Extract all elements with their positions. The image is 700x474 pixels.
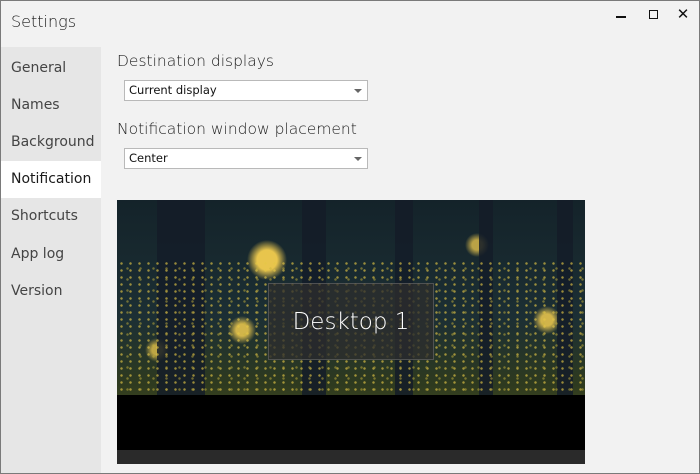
sidebar-item-names[interactable]: Names xyxy=(1,87,101,124)
notification-settings-panel: Destination displays Current display Not… xyxy=(101,47,699,473)
minimize-icon xyxy=(616,16,626,18)
notification-preview-text: Desktop 1 xyxy=(292,308,410,335)
window-title: Settings xyxy=(11,12,77,31)
destination-displays-label: Destination displays xyxy=(117,52,274,70)
sidebar-item-shortcuts[interactable]: Shortcuts xyxy=(1,198,101,235)
minimize-button[interactable] xyxy=(607,5,635,23)
settings-window: Settings ✕ General Names Background Noti… xyxy=(0,0,700,474)
title-bar: Settings ✕ xyxy=(1,1,699,47)
notification-preview: Desktop 1 xyxy=(117,200,585,464)
destination-displays-select[interactable]: Current display xyxy=(124,80,368,101)
chevron-down-icon xyxy=(354,89,362,93)
sidebar-item-general[interactable]: General xyxy=(1,50,101,87)
sidebar-item-version[interactable]: Version xyxy=(1,273,101,310)
destination-displays-value: Current display xyxy=(129,83,217,97)
sidebar: General Names Background Notification Sh… xyxy=(1,47,101,473)
maximize-button[interactable] xyxy=(639,5,667,23)
preview-taskbar-area xyxy=(117,395,585,450)
notification-preview-box: Desktop 1 xyxy=(268,283,434,360)
chevron-down-icon xyxy=(354,157,362,161)
close-button[interactable]: ✕ xyxy=(669,5,697,23)
preview-bottom-band xyxy=(117,450,585,464)
maximize-icon xyxy=(648,9,658,19)
placement-value: Center xyxy=(129,151,168,165)
placement-select[interactable]: Center xyxy=(124,148,368,169)
sidebar-item-background[interactable]: Background xyxy=(1,124,101,161)
sidebar-item-notification[interactable]: Notification xyxy=(1,161,101,198)
close-icon: ✕ xyxy=(676,4,690,23)
placement-label: Notification window placement xyxy=(117,120,357,138)
sidebar-item-app-log[interactable]: App log xyxy=(1,236,101,273)
